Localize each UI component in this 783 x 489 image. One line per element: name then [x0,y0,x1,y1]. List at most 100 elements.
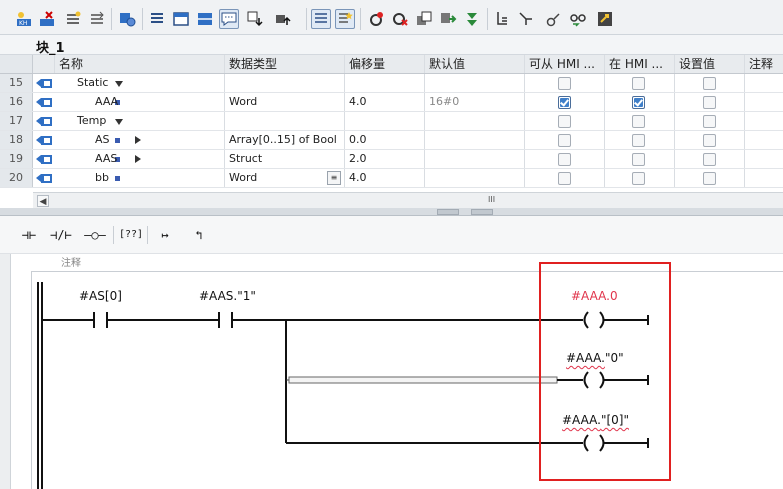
expand-icon[interactable] [135,155,141,163]
setpoint-checkbox[interactable] [703,153,716,166]
contact-2-operand[interactable]: #AAS."1" [199,289,256,303]
row-name[interactable]: AAA [95,93,118,111]
row-name[interactable]: Temp [77,112,106,130]
empty-box-button[interactable]: [??] [118,224,144,246]
sort-icon[interactable] [492,9,512,29]
collapse-icon[interactable] [115,81,123,87]
upload-icon[interactable] [273,9,293,29]
table-row[interactable]: 19 AAS Struct 2.0 [0,150,783,169]
add-row-icon[interactable] [63,9,83,29]
row-number: 19 [0,150,33,168]
hmi-visible-checkbox[interactable] [632,115,645,128]
table-row[interactable]: 18 AS Array[0..15] of Bool 0.0 [0,131,783,150]
scroll-grip[interactable]: III [488,195,495,204]
pane-splitter[interactable] [0,208,783,216]
expand-icon[interactable] [516,9,536,29]
view-icon[interactable] [311,9,331,29]
row-default[interactable] [425,131,525,149]
row-comment[interactable] [745,112,783,130]
col-header-offset[interactable]: 偏移量 [345,55,425,73]
window-icon[interactable] [171,9,191,29]
contact-2-symbol [218,312,233,328]
row-name[interactable]: bb [95,169,109,187]
list-icon[interactable] [147,9,167,29]
download-icon[interactable] [245,9,265,29]
insert-row-icon[interactable]: KH [14,9,34,29]
connect-icon[interactable] [544,9,564,29]
setpoint-checkbox[interactable] [703,96,716,109]
col-header-hmi-visible[interactable]: 在 HMI ... [605,55,675,73]
table-row[interactable]: 17 Temp [0,112,783,131]
row-default[interactable] [425,112,525,130]
monitor-all-icon[interactable] [595,9,615,29]
copy-icon[interactable] [414,9,434,29]
row-comment[interactable] [745,74,783,92]
row-comment[interactable] [745,150,783,168]
close-branch-button[interactable]: ↰ [186,224,212,246]
comment-icon[interactable] [219,9,239,29]
row-name[interactable]: AS [95,131,110,149]
glasses-icon[interactable] [568,9,588,29]
delete-row-icon[interactable] [37,9,57,29]
row-datatype[interactable]: Word [225,93,345,111]
row-datatype[interactable] [225,74,345,92]
splitter-down-icon[interactable] [471,209,493,215]
hmi-access-checkbox[interactable] [558,96,571,109]
row-offset: 4.0 [345,93,425,111]
row-comment[interactable] [745,169,783,187]
contact-1-operand[interactable]: #AS[0] [79,289,122,303]
table-horizontal-scrollbar[interactable]: ◀ III [33,192,783,208]
monitor-icon[interactable] [117,9,137,29]
col-header-datatype[interactable]: 数据类型 [225,55,345,73]
col-header-name[interactable]: 名称 [55,55,225,73]
row-datatype[interactable]: Struct [225,150,345,168]
breakpoint-icon[interactable] [366,9,386,29]
row-default[interactable] [425,74,525,92]
setpoint-checkbox[interactable] [703,134,716,147]
row-name[interactable]: AAS [95,150,117,168]
datatype-picker-icon[interactable]: ≡ [327,171,341,185]
table-row[interactable]: 16 AAA Word 4.0 16#0 [0,93,783,112]
hmi-access-checkbox[interactable] [558,172,571,185]
row-name[interactable]: Static [77,74,108,92]
open-branch-button[interactable]: ↦ [152,224,178,246]
scroll-left-icon[interactable]: ◀ [37,195,49,207]
table-row[interactable]: 15 Static [0,74,783,93]
col-header-setpoint[interactable]: 设置值 [675,55,745,73]
hmi-access-checkbox[interactable] [558,115,571,128]
row-default[interactable] [425,169,525,187]
setpoint-checkbox[interactable] [703,77,716,90]
table-row[interactable]: 20 bb Word 4.0 ≡ [0,169,783,188]
split-icon[interactable] [195,9,215,29]
breakpoint-remove-icon[interactable] [390,9,410,29]
row-comment[interactable] [745,93,783,111]
hmi-visible-checkbox[interactable] [632,153,645,166]
col-header-hmi-access[interactable]: 可从 HMI ... [525,55,605,73]
coil-button[interactable]: –○– [82,224,108,246]
hmi-visible-checkbox[interactable] [632,172,645,185]
row-datatype[interactable] [225,112,345,130]
compare-icon[interactable] [462,9,482,29]
col-header-comment[interactable]: 注释 [745,55,783,73]
row-comment[interactable] [745,131,783,149]
no-contact-button[interactable]: ⊣⊢ [16,224,42,246]
hmi-visible-checkbox[interactable] [632,96,645,109]
collapse-icon[interactable] [115,119,123,125]
transfer-icon[interactable] [438,9,458,29]
hmi-access-checkbox[interactable] [558,77,571,90]
hmi-visible-checkbox[interactable] [632,134,645,147]
favorites-icon[interactable] [335,9,355,29]
hmi-visible-checkbox[interactable] [632,77,645,90]
setpoint-checkbox[interactable] [703,172,716,185]
row-datatype[interactable]: Array[0..15] of Bool [225,131,345,149]
hmi-access-checkbox[interactable] [558,153,571,166]
setpoint-checkbox[interactable] [703,115,716,128]
nc-contact-button[interactable]: ⊣/⊢ [48,224,74,246]
expand-icon[interactable] [135,136,141,144]
row-default[interactable]: 16#0 [425,93,525,111]
row-default[interactable] [425,150,525,168]
hmi-access-checkbox[interactable] [558,134,571,147]
splitter-up-icon[interactable] [437,209,459,215]
col-header-default[interactable]: 默认值 [425,55,525,73]
add-block-icon[interactable] [87,9,107,29]
